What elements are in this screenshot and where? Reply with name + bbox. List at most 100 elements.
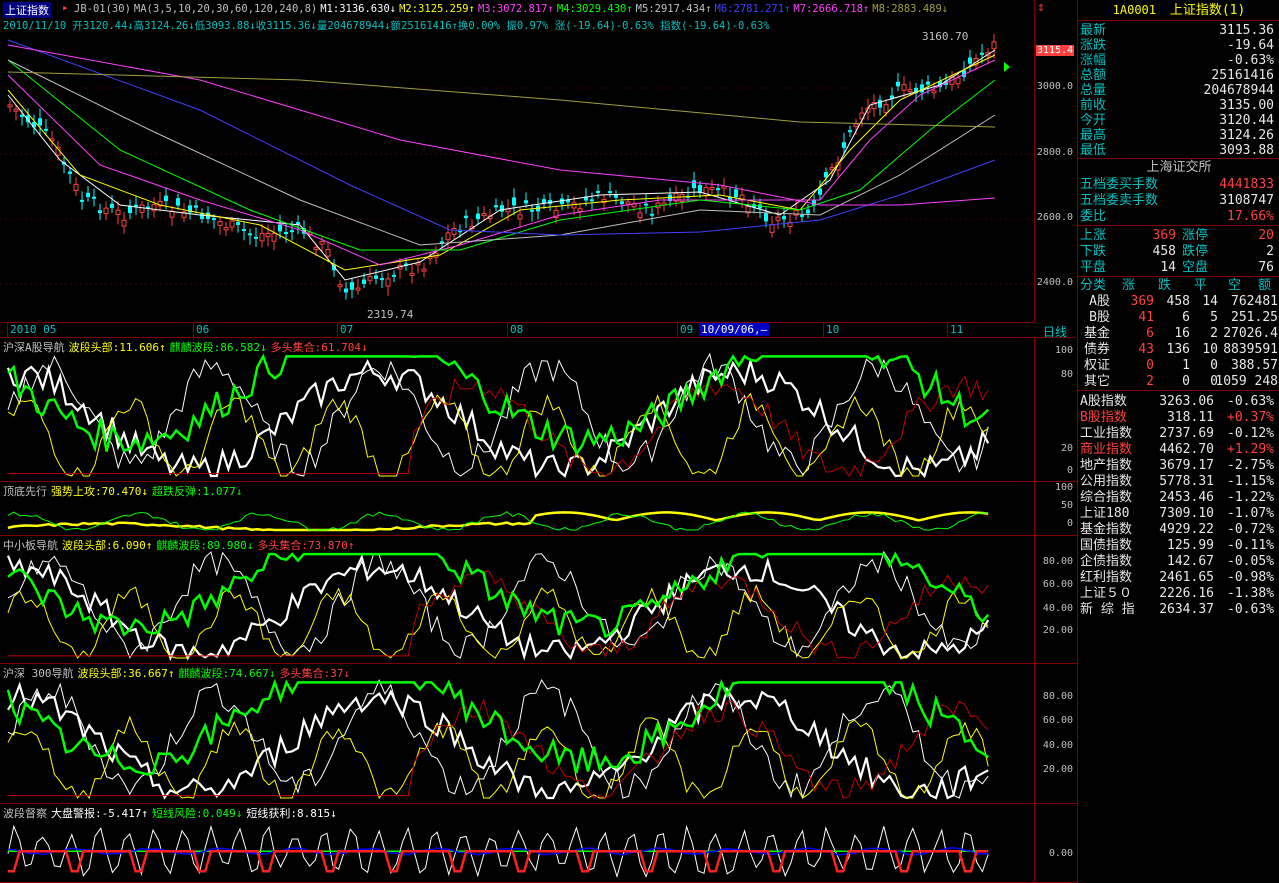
- class-down: 0: [1182, 374, 1190, 389]
- candle-body: [344, 288, 348, 293]
- candle-body: [355, 287, 361, 291]
- class-up: 41: [1138, 310, 1154, 325]
- candle-body: [650, 213, 654, 216]
- indicator-panel[interactable]: 顶底先行 强势上攻:70.470↓ 超跌反弹:1.077↓: [0, 482, 1034, 536]
- index-value: 4929.22: [1159, 522, 1214, 537]
- index-name: 地产指数: [1080, 458, 1133, 473]
- candle-body: [775, 216, 781, 221]
- index-row[interactable]: 商业指数 4462.70 +1.29%: [1078, 442, 1279, 458]
- candlestick-chart[interactable]: [0, 0, 1034, 322]
- index-row[interactable]: 地产指数 3679.17 -2.75%: [1078, 458, 1279, 474]
- class-up: 2: [1146, 374, 1154, 389]
- indicator-tick: 20.00: [1042, 625, 1073, 636]
- indicator-tick: 40.00: [1042, 603, 1073, 614]
- class-up: 6: [1146, 326, 1154, 341]
- class-name: A股: [1089, 294, 1110, 309]
- quote-value: -0.63%: [1227, 53, 1274, 68]
- candle-body: [164, 195, 168, 202]
- index-row[interactable]: 上证５０ 2226.16 -1.38%: [1078, 586, 1279, 602]
- candle-body: [625, 201, 631, 205]
- candle-body: [313, 247, 319, 251]
- index-row[interactable]: 公用指数 5778.31 -1.15%: [1078, 474, 1279, 490]
- quote-row: 今开 3120.44: [1078, 113, 1279, 128]
- index-change: -1.38%: [1227, 586, 1274, 601]
- quote-value: 3115.36: [1219, 23, 1274, 38]
- candle-body: [86, 192, 90, 198]
- index-value: 142.67: [1167, 554, 1214, 569]
- candle-body: [853, 123, 859, 127]
- index-row[interactable]: 国债指数 125.99 -0.11%: [1078, 538, 1279, 554]
- date-axis: 2010 05 06 07 08 09 10 11 10/09/06,— 日线: [0, 322, 1076, 339]
- quote-value: 3093.88: [1219, 143, 1274, 158]
- month-tick: [193, 322, 194, 337]
- quote-label: 涨幅: [1080, 53, 1107, 68]
- indicator-panel[interactable]: 波段督察 大盘警报:-5.417↑ 短线风险:0.049↓ 短线获利:8.815↓: [0, 804, 1034, 883]
- main-chart-panel[interactable]: 上证指数 ▸ JB-01(30) MA(3,5,10,20,30,60,120,2…: [0, 0, 1034, 323]
- index-row[interactable]: 新 综 指 2634.37 -0.63%: [1078, 602, 1279, 618]
- indicator-panel[interactable]: 沪深 300导航 波段头部:36.667↑ 麒麟波段:74.667↓ 多头集合:37↓: [0, 664, 1034, 804]
- index-value: 7309.10: [1159, 506, 1214, 521]
- indicator-line: [6, 678, 989, 776]
- quote-label: 最新: [1080, 23, 1107, 38]
- quote-value: 204678944: [1203, 83, 1274, 98]
- index-name: 公用指数: [1080, 474, 1133, 489]
- expand-icon[interactable]: ⇕: [1037, 0, 1045, 15]
- order-label: 五档委卖手数: [1080, 193, 1159, 208]
- index-row[interactable]: 上证180 7309.10 -1.07%: [1078, 506, 1279, 522]
- month-label: 06: [196, 323, 210, 336]
- breadth-label: 下跌: [1080, 244, 1107, 259]
- indicator-panel[interactable]: 沪深A股导航 波段头部:11.606↑ 麒麟波段:86.582↓ 多头集合:61.70…: [0, 338, 1034, 482]
- month-tick: [947, 322, 948, 337]
- quote-row: 涨跌 -19.64: [1078, 38, 1279, 53]
- ma-line: [7, 59, 996, 266]
- candle-body: [73, 183, 79, 191]
- breadth-row: 上涨 369 涨停 20: [1078, 228, 1279, 244]
- candle-body: [44, 128, 48, 131]
- candle-body: [385, 278, 391, 287]
- quote-row: 最低 3093.88: [1078, 143, 1279, 158]
- candle-body: [590, 199, 594, 202]
- candle-body: [818, 188, 822, 195]
- candle-body: [842, 142, 846, 148]
- index-row[interactable]: 基金指数 4929.22 -0.72%: [1078, 522, 1279, 538]
- class-flat: 14: [1202, 294, 1218, 309]
- index-row[interactable]: A股指数 3263.06 -0.63%: [1078, 394, 1279, 410]
- class-header-cell: 分类: [1080, 278, 1107, 293]
- ma-line: [7, 44, 996, 206]
- order-value: 3108747: [1219, 193, 1274, 208]
- candle-body: [350, 282, 354, 290]
- candle-body: [236, 221, 240, 226]
- index-row[interactable]: 红利指数 2461.65 -0.98%: [1078, 570, 1279, 586]
- index-row[interactable]: B股指数 318.11 +0.37%: [1078, 410, 1279, 426]
- month-label: 10: [826, 323, 840, 336]
- candle-body: [103, 207, 109, 215]
- index-name: 企债指数: [1080, 554, 1133, 569]
- quote-label: 总额: [1080, 68, 1107, 83]
- class-amount: 8839591: [1223, 342, 1278, 357]
- breadth-label: 平盘: [1080, 260, 1107, 275]
- index-row[interactable]: 企债指数 142.67 -0.05%: [1078, 554, 1279, 570]
- candle-body: [13, 108, 19, 112]
- index-name: 国债指数: [1080, 538, 1133, 553]
- indicator-tick: 80.00: [1042, 691, 1073, 702]
- candle-body: [464, 215, 468, 219]
- candle-body: [271, 232, 277, 242]
- candle-body: [769, 224, 775, 233]
- breadth-label: 空盘: [1182, 260, 1209, 275]
- index-row[interactable]: 工业指数 2737.69 -0.12%: [1078, 426, 1279, 442]
- index-row[interactable]: 综合指数 2453.46 -1.22%: [1078, 490, 1279, 506]
- class-amount: 388.57: [1231, 358, 1278, 373]
- quote-row: 总量 204678944: [1078, 83, 1279, 98]
- index-change: -0.72%: [1227, 522, 1274, 537]
- candle-body: [194, 205, 198, 208]
- quote-value: 3124.26: [1219, 128, 1274, 143]
- index-name: 综合指数: [1080, 490, 1133, 505]
- indicator-plot: [7, 824, 989, 879]
- breadth-value: 369: [1152, 228, 1176, 243]
- indicator-panel[interactable]: 中小板导航 波段头部:6.090↑ 麒麟波段:89.980↓ 多头集合:73.870↑: [0, 536, 1034, 664]
- class-name: 基金: [1083, 326, 1110, 341]
- month-tick: [7, 322, 8, 337]
- candle-body: [80, 199, 84, 202]
- quote-code: 1A0001: [1112, 3, 1157, 17]
- candle-body: [734, 189, 738, 198]
